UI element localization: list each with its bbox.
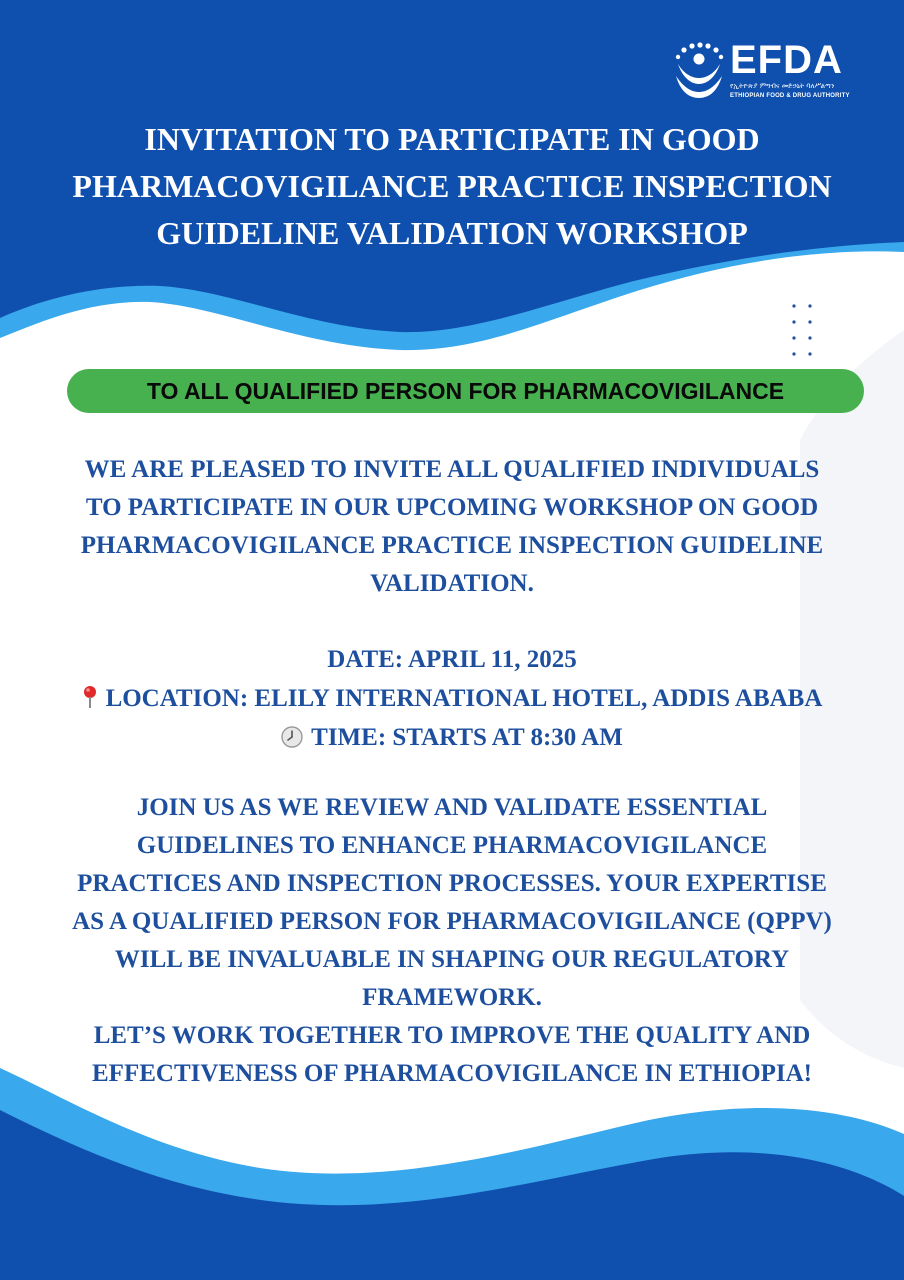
event-date: DATE: APRIL 11, 2025 [327, 646, 577, 673]
efda-logo: EFDA የኢትዮጵያ ምግብና መድኃኒት ባለሥልጣን ETHIOPIAN … [672, 38, 850, 104]
closing-line: WILL BE INVALUABLE IN SHAPING OUR REGULA… [114, 946, 790, 973]
page-title: INVITATION TO PARTICIPATE IN GOOD PHARMA… [40, 116, 864, 257]
intro-line: PHARMACOVIGILANCE PRACTICE INSPECTION GU… [80, 532, 824, 559]
pushpin-icon [83, 686, 96, 708]
logo-name-english: ETHIOPIAN FOOD & DRUG AUTHORITY [730, 93, 850, 99]
closing-line: JOIN US AS WE REVIEW AND VALIDATE ESSENT… [136, 794, 768, 821]
event-time: TIME: STARTS AT 8:30 AM [311, 724, 623, 751]
event-time-row: TIME: STARTS AT 8:30 AM [20, 718, 884, 757]
event-location: LOCATION: ELILY INTERNATIONAL HOTEL, ADD… [105, 685, 823, 712]
closing-line: EFFECTIVENESS OF PHARMACOVIGILANCE IN ET… [92, 1060, 812, 1087]
flyer-page: EFDA የኢትዮጵያ ምግብና መድኃኒት ባለሥልጣን ETHIOPIAN … [0, 0, 904, 1280]
closing-paragraph: JOIN US AS WE REVIEW AND VALIDATE ESSENT… [20, 789, 884, 1093]
logo-name-amharic: የኢትዮጵያ ምግብና መድኃኒት ባለሥልጣን [730, 82, 835, 90]
closing-line: PRACTICES AND INSPECTION PROCESSES. YOUR… [77, 870, 827, 897]
title-line: GUIDELINE VALIDATION WORKSHOP [156, 215, 748, 251]
closing-line: FRAMEWORK. [362, 984, 542, 1011]
closing-line: LET’S WORK TOGETHER TO IMPROVE THE QUALI… [93, 1022, 811, 1049]
closing-line: GUIDELINES TO ENHANCE PHARMACOVIGILANCE [136, 832, 768, 859]
efda-emblem-icon [675, 42, 724, 98]
audience-banner: TO ALL QUALIFIED PERSON FOR PHARMACOVIGI… [67, 369, 864, 413]
intro-line: TO PARTICIPATE IN OUR UPCOMING WORKSHOP … [85, 494, 819, 521]
clock-icon [281, 726, 303, 748]
title-line: PHARMACOVIGILANCE PRACTICE INSPECTION [72, 168, 832, 204]
decorative-dots [792, 304, 812, 356]
event-location-row: LOCATION: ELILY INTERNATIONAL HOTEL, ADD… [20, 679, 884, 718]
intro-line: WE ARE PLEASED TO INVITE ALL QUALIFIED I… [84, 456, 820, 483]
intro-paragraph: WE ARE PLEASED TO INVITE ALL QUALIFIED I… [20, 451, 884, 603]
intro-line: VALIDATION. [370, 570, 534, 597]
closing-line: AS A QUALIFIED PERSON FOR PHARMACOVIGILA… [72, 908, 832, 935]
event-details: DATE: APRIL 11, 2025 LOCATION: ELILY INT… [20, 640, 884, 757]
title-line: INVITATION TO PARTICIPATE IN GOOD [144, 121, 760, 157]
logo-abbreviation: EFDA [730, 38, 843, 82]
